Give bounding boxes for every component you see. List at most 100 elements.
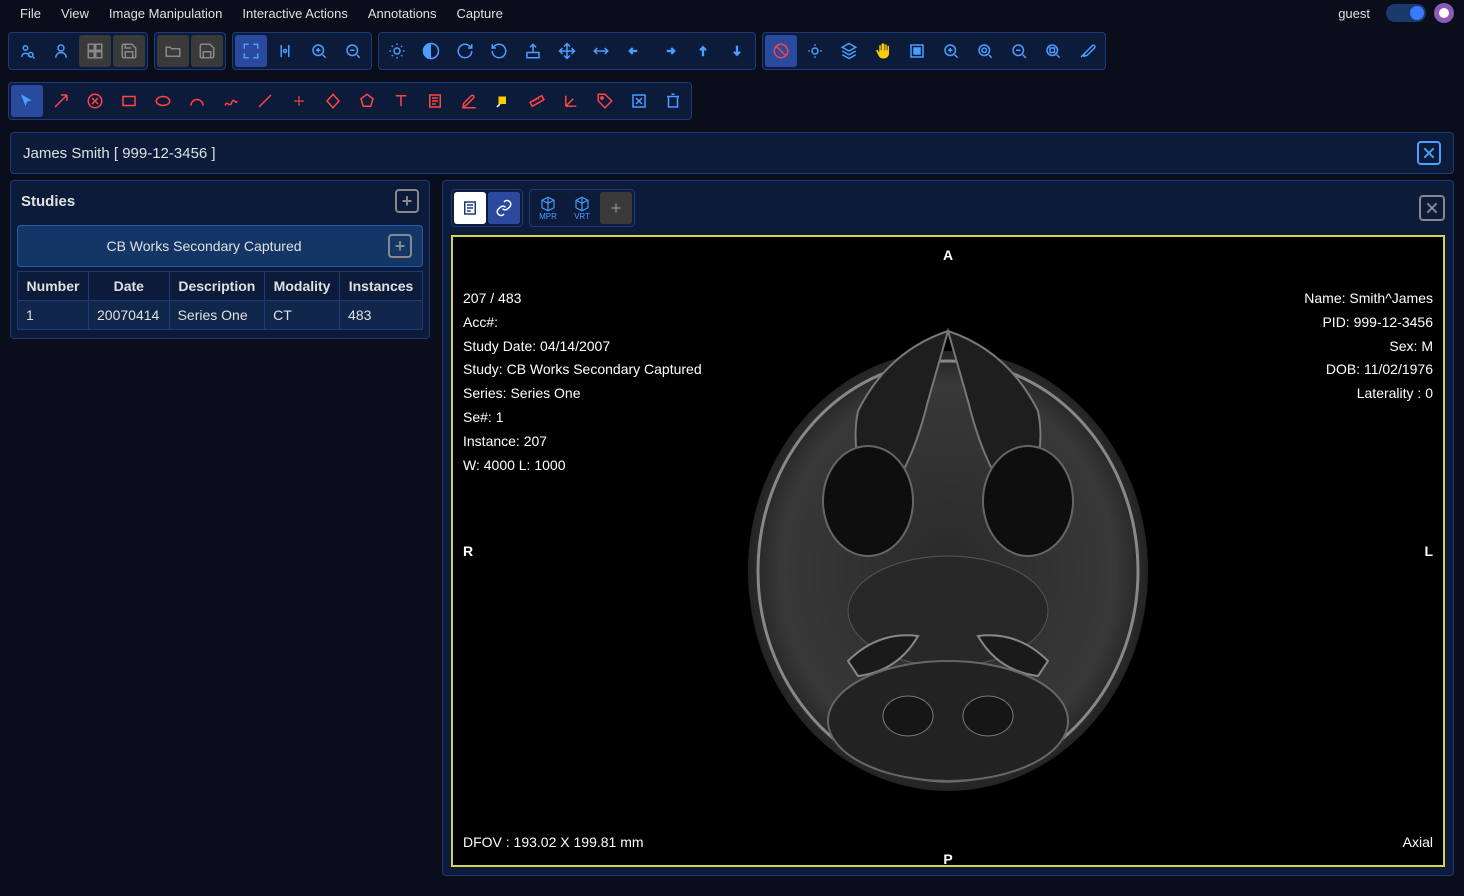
cell-description: Series One [169,301,265,330]
freehand-icon[interactable] [215,85,247,117]
zoom-in-icon[interactable] [303,35,335,67]
viewer-panel: MPR VRT [442,180,1454,876]
menu-view[interactable]: View [51,2,99,25]
toolbar-row-1 [0,26,1464,76]
table-row[interactable]: 1 20070414 Series One CT 483 [18,301,423,330]
study-name: CB Works Secondary Captured [28,238,380,254]
actual-size-icon[interactable] [269,35,301,67]
diamond-tool-icon[interactable] [317,85,349,117]
sidebar: Studies + CB Works Secondary Captured + … [10,180,430,876]
ct-image [728,301,1168,801]
delete-sel-icon[interactable] [623,85,655,117]
polygon-tool-icon[interactable] [351,85,383,117]
theme-toggle[interactable] [1386,4,1426,22]
contrast-icon[interactable] [415,35,447,67]
col-date[interactable]: Date [89,272,170,301]
viewport[interactable]: A P R L 207 / 483 Acc#: Study Date: 04/1… [451,235,1445,867]
menu-image-manipulation[interactable]: Image Manipulation [99,2,232,25]
move-icon[interactable] [551,35,583,67]
close-patient-button[interactable] [1417,141,1441,165]
close-viewer-button[interactable] [1419,195,1445,221]
marker-icon[interactable] [487,85,519,117]
viewer-toolbar: MPR VRT [451,189,1445,227]
point-tool-icon[interactable] [283,85,315,117]
overlay-top-right: Name: Smith^James PID: 999-12-3456 Sex: … [1304,287,1433,406]
overlay-bottom-right: Axial [1403,831,1433,855]
series-table: Number Date Description Modality Instanc… [17,271,423,330]
next-icon[interactable] [653,35,685,67]
cell-instances: 483 [340,301,423,330]
zoom-out2-icon[interactable] [1003,35,1035,67]
study-row[interactable]: CB Works Secondary Captured + [17,225,423,267]
angle-icon[interactable] [555,85,587,117]
tag-icon[interactable] [589,85,621,117]
orientation-p: P [943,851,952,867]
zoom-out-icon[interactable] [337,35,369,67]
folder-open-icon[interactable] [157,35,189,67]
menu-interactive-actions[interactable]: Interactive Actions [232,2,358,25]
add-view-button[interactable] [600,192,632,224]
no-overlay-icon[interactable] [765,35,797,67]
info-overlay-button[interactable] [454,192,486,224]
overlay-bottom-left: DFOV : 193.02 X 199.81 mm [463,831,644,855]
probe-icon[interactable] [1071,35,1103,67]
zoom-region-icon[interactable] [1037,35,1069,67]
circle-x-icon[interactable] [79,85,111,117]
col-modality[interactable]: Modality [265,272,340,301]
prev-icon[interactable] [619,35,651,67]
line-tool-icon[interactable] [249,85,281,117]
magnify-icon[interactable] [969,35,1001,67]
vrt-button[interactable]: VRT [566,192,598,224]
highlight-icon[interactable] [453,85,485,117]
pan-hand-icon[interactable] [867,35,899,67]
studies-title: Studies [21,193,75,210]
ellipse-tool-icon[interactable] [147,85,179,117]
menu-annotations[interactable]: Annotations [358,2,447,25]
rotate-ccw-icon[interactable] [483,35,515,67]
note-tool-icon[interactable] [419,85,451,117]
down-icon[interactable] [721,35,753,67]
text-tool-icon[interactable] [385,85,417,117]
patient-icon[interactable] [45,35,77,67]
orientation-r: R [463,543,473,559]
save-as-icon[interactable] [191,35,223,67]
toolbar-row-2 [0,76,1464,126]
mpr-button[interactable]: MPR [532,192,564,224]
save-icon[interactable] [113,35,145,67]
layers-icon[interactable] [833,35,865,67]
col-number[interactable]: Number [18,272,89,301]
arc-tool-icon[interactable] [181,85,213,117]
orientation-l: L [1424,543,1433,559]
ruler-icon[interactable] [521,85,553,117]
delete-all-icon[interactable] [657,85,689,117]
avatar[interactable] [1434,3,1454,23]
fit-icon[interactable] [235,35,267,67]
zoom-in2-icon[interactable] [935,35,967,67]
brightness-icon[interactable] [381,35,413,67]
rotate-cw-icon[interactable] [449,35,481,67]
link-button[interactable] [488,192,520,224]
rect-tool-icon[interactable] [113,85,145,117]
patient-search-icon[interactable] [11,35,43,67]
col-instances[interactable]: Instances [340,272,423,301]
add-series-button[interactable]: + [388,234,412,258]
menubar: File View Image Manipulation Interactive… [0,0,1464,26]
cell-modality: CT [265,301,340,330]
flip-h-icon[interactable] [585,35,617,67]
arrow-tool-icon[interactable] [45,85,77,117]
pointer-icon[interactable] [11,85,43,117]
export-icon[interactable] [517,35,549,67]
add-study-button[interactable]: + [395,189,419,213]
menu-capture[interactable]: Capture [447,2,513,25]
cell-number: 1 [18,301,89,330]
menu-file[interactable]: File [10,2,51,25]
region-icon[interactable] [901,35,933,67]
col-description[interactable]: Description [169,272,265,301]
layout-icon[interactable] [79,35,111,67]
up-icon[interactable] [687,35,719,67]
overlay-top-left: 207 / 483 Acc#: Study Date: 04/14/2007 S… [463,287,702,477]
user-label: guest [1330,6,1378,21]
overlay-brightness-icon[interactable] [799,35,831,67]
patient-header: James Smith [ 999-12-3456 ] [10,132,1454,174]
orientation-a: A [943,247,953,263]
